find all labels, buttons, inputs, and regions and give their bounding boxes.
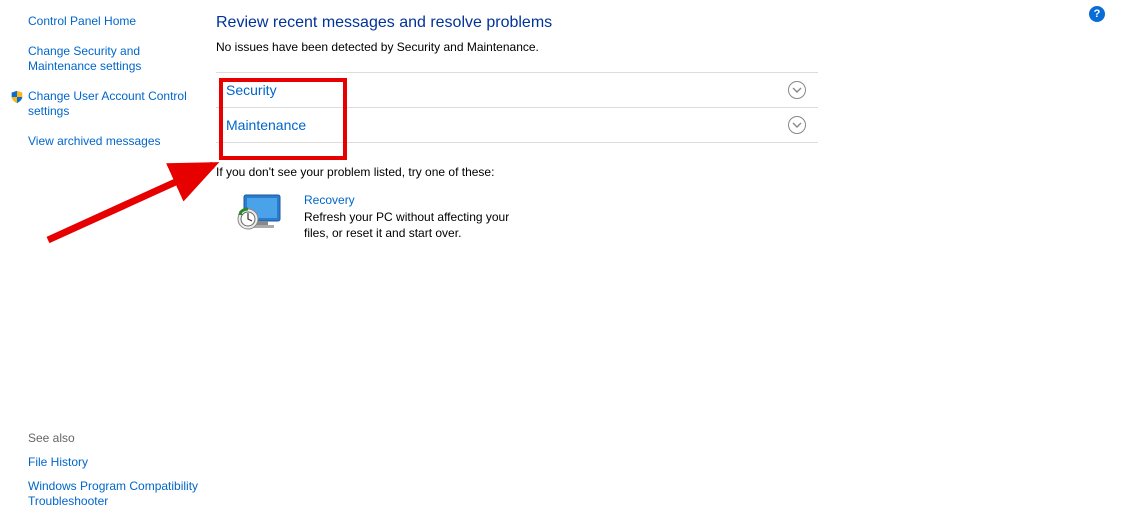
chevron-down-icon xyxy=(788,81,806,99)
recovery-icon xyxy=(236,193,284,233)
control-panel-home-link[interactable]: Control Panel Home xyxy=(28,14,200,30)
view-archived-messages-link[interactable]: View archived messages xyxy=(28,134,200,150)
security-expander-label: Security xyxy=(226,82,277,98)
subheading: If you don't see your problem listed, tr… xyxy=(216,165,818,179)
chevron-down-icon xyxy=(788,116,806,134)
see-also-heading: See also xyxy=(28,431,208,445)
expander-list: Security Maintenance xyxy=(216,72,818,143)
recovery-link[interactable]: Recovery xyxy=(304,193,514,207)
see-also-section: See also File History Windows Program Co… xyxy=(28,429,208,510)
change-security-maintenance-link[interactable]: Change Security and Maintenance settings xyxy=(28,44,200,75)
file-history-link[interactable]: File History xyxy=(28,455,208,469)
compat-troubleshooter-link[interactable]: Windows Program Compatibility Troublesho… xyxy=(28,479,208,510)
uac-shield-icon xyxy=(10,89,28,107)
recovery-description: Refresh your PC without affecting your f… xyxy=(304,209,514,241)
change-uac-link[interactable]: Change User Account Control settings xyxy=(28,89,200,120)
security-expander[interactable]: Security xyxy=(216,73,818,108)
page-title: Review recent messages and resolve probl… xyxy=(216,14,818,32)
main-panel: Review recent messages and resolve probl… xyxy=(208,14,818,241)
sidebar: Control Panel Home Change Security and M… xyxy=(8,14,208,241)
content-container: Control Panel Home Change Security and M… xyxy=(0,0,1123,249)
status-text: No issues have been detected by Security… xyxy=(216,40,818,54)
help-icon[interactable]: ? xyxy=(1089,6,1105,22)
maintenance-expander[interactable]: Maintenance xyxy=(216,108,818,143)
maintenance-expander-label: Maintenance xyxy=(226,117,306,133)
recovery-row: Recovery Refresh your PC without affecti… xyxy=(216,193,818,241)
